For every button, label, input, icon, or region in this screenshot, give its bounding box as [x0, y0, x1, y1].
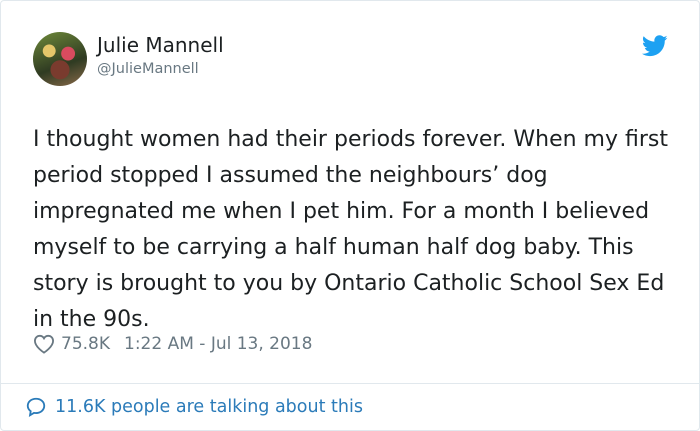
like-count[interactable]: 75.8K: [61, 334, 110, 354]
divider: [1, 383, 699, 384]
author-name[interactable]: Julie Mannell: [97, 33, 224, 57]
conversation-label[interactable]: 11.6K people are talking about this: [55, 397, 363, 417]
heart-icon[interactable]: [33, 334, 55, 354]
tweet-text: I thought women had their periods foreve…: [33, 127, 668, 332]
tweet-timestamp[interactable]: 1:22 AM - Jul 13, 2018: [124, 334, 312, 354]
tweet-meta: 75.8K 1:22 AM - Jul 13, 2018: [33, 331, 312, 357]
tweet-card: Julie Mannell @JulieMannell I thought wo…: [0, 0, 700, 431]
twitter-bird-icon[interactable]: [642, 35, 668, 57]
author-handle[interactable]: @JulieMannell: [97, 61, 199, 77]
avatar[interactable]: [33, 32, 87, 86]
conversation-link[interactable]: 11.6K people are talking about this: [25, 394, 363, 420]
speech-bubble-icon: [26, 397, 46, 418]
